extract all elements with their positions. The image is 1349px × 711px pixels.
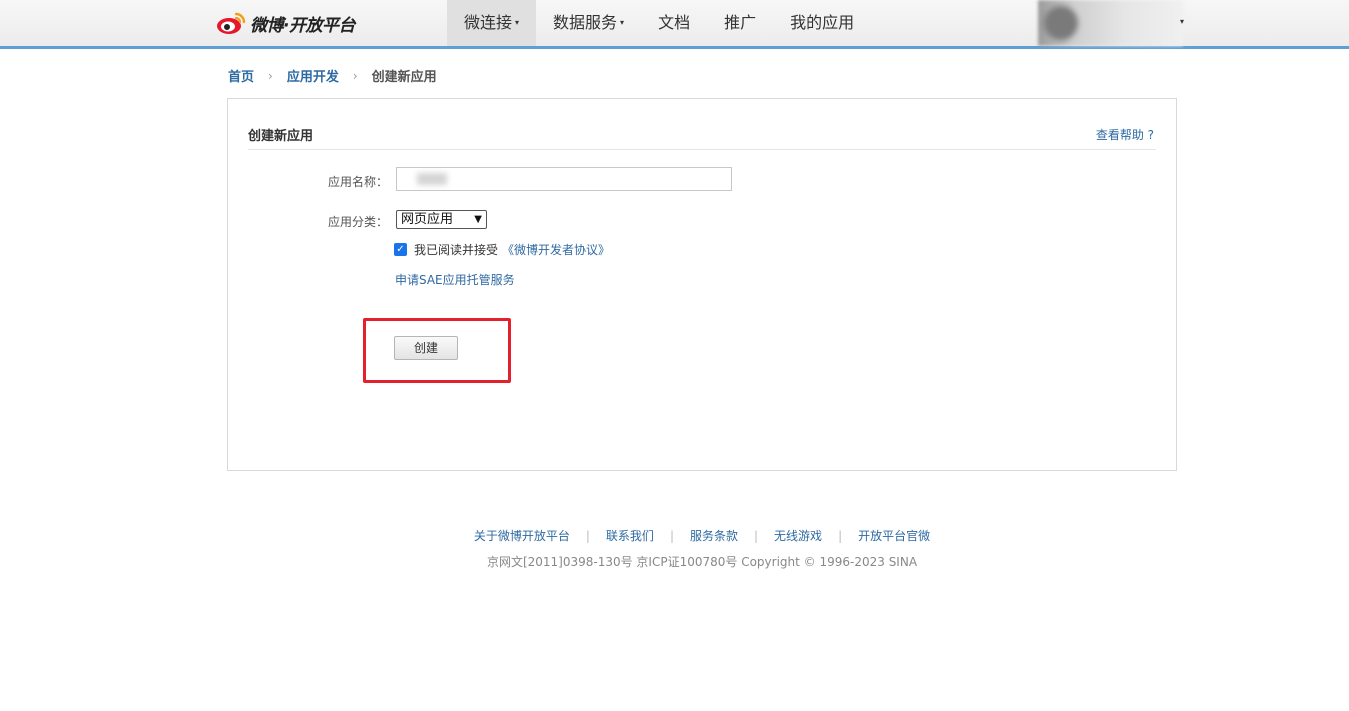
nav-item-data-services[interactable]: 数据服务 ▾ [536,0,641,46]
logo-text: 微博·开放平台 [250,15,355,36]
footer-link-terms[interactable]: 服务条款 [690,529,738,543]
breadcrumb-separator-icon: › [268,68,273,83]
nav-item-label: 文档 [658,13,691,32]
footer-link-about[interactable]: 关于微博开放平台 [474,529,570,543]
nav-item-weilianjie[interactable]: 微连接 ▾ [447,0,537,46]
divider [248,149,1156,150]
weibo-logo[interactable]: 微博·开放平台 [216,8,355,38]
nav-item-label: 我的应用 [790,13,855,32]
footer-separator: | [669,529,674,543]
footer-link-contact[interactable]: 联系我们 [606,529,654,543]
footer-separator: | [754,529,759,543]
footer-link-games[interactable]: 无线游戏 [774,529,822,543]
create-app-panel: 创建新应用 查看帮助 ? 应用名称： 应用分类： 网页应用 ▼ ✓ 我已阅读并接… [227,98,1177,471]
footer-links: 关于微博开放平台 | 联系我们 | 服务条款 | 无线游戏 | 开放平台官微 [0,527,1349,544]
breadcrumb-current: 创建新应用 [371,70,437,85]
app-name-value-redacted [417,173,447,185]
nav-item-docs[interactable]: 文档 [641,0,707,46]
nav-item-label: 微连接 [464,13,513,32]
copyright: 京网文[2011]0398-130号 京ICP证100780号 Copyrigh… [486,555,918,569]
developer-agreement-link[interactable]: 《微博开发者协议》 [502,241,610,258]
footer-link-official-weibo[interactable]: 开放平台官微 [858,529,930,543]
chevron-down-icon: ▾ [620,17,625,27]
app-category-value: 网页应用 [401,212,454,227]
avatar[interactable] [1044,6,1078,40]
nav-item-label: 推广 [724,13,757,32]
agree-text: 我已阅读并接受 [414,243,499,257]
breadcrumb-home[interactable]: 首页 [228,66,254,85]
footer-separator: | [585,529,590,543]
breadcrumb: 首页 › 应用开发 › 创建新应用 [228,66,437,86]
top-navigation-bar: 微博·开放平台 微连接 ▾ 数据服务 ▾ 文档 推广 我的应用 ▾ [0,0,1349,49]
main-nav: 微连接 ▾ 数据服务 ▾ 文档 推广 我的应用 [447,0,871,46]
footer-separator: | [838,529,843,543]
chevron-down-icon[interactable]: ▾ [1180,17,1184,26]
breadcrumb-app-dev[interactable]: 应用开发 [287,66,339,85]
page-title: 创建新应用 [248,129,314,144]
chevron-down-icon: ▼ [474,214,482,225]
app-category-label: 应用分类： [328,215,389,229]
nav-item-label: 数据服务 [553,13,618,32]
agree-checkbox[interactable]: ✓ [394,243,407,256]
agreement-row: ✓ 我已阅读并接受 《微博开发者协议》 [394,241,610,258]
app-name-label: 应用名称： [328,175,389,189]
nav-item-my-apps[interactable]: 我的应用 [773,0,871,46]
chevron-down-icon: ▾ [515,17,520,27]
app-category-select[interactable]: 网页应用 ▼ [396,210,487,229]
create-button[interactable]: 创建 [394,336,458,360]
help-link[interactable]: 查看帮助 ? [1096,126,1154,143]
sae-hosting-link[interactable]: 申请SAE应用托管服务 [395,271,515,288]
breadcrumb-separator-icon: › [352,68,358,83]
nav-item-promotion[interactable]: 推广 [707,0,773,46]
weibo-eye-icon [217,12,246,34]
